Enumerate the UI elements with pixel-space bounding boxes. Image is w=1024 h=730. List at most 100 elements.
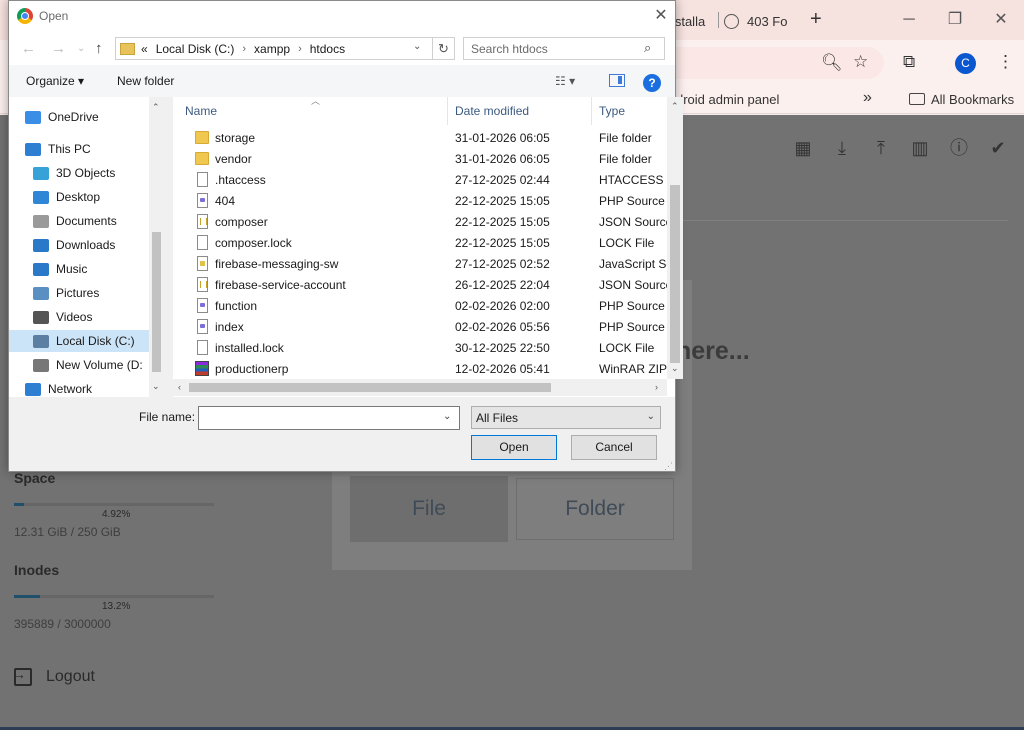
nav-item-desktop[interactable]: Desktop [9, 186, 149, 208]
resize-grip-icon[interactable]: ⋰ [664, 461, 673, 472]
stats-icon[interactable]: ▥ [909, 137, 931, 159]
nav-item-onedrive[interactable]: OneDrive [9, 106, 149, 128]
check-icon[interactable]: ✔ [987, 137, 1009, 159]
browser-tab-403[interactable]: 403 Fo [724, 6, 794, 36]
tab-separator [718, 12, 719, 28]
file-row[interactable]: firebase-service-account 26-12-2025 22:04… [173, 274, 667, 295]
file-row[interactable]: 404 22-12-2025 15:05 PHP Source F [173, 190, 667, 211]
address-bar[interactable] [660, 47, 884, 79]
navigation-pane: OneDrive This PC 3D Objects Desktop Document… [9, 97, 164, 397]
breadcrumb[interactable]: « Local Disk (C:) › xampp › htdocs ⌄ ↻ [115, 37, 455, 60]
file-row[interactable]: function 02-02-2026 02:00 PHP Source F [173, 295, 667, 316]
column-header-name[interactable]: Name [185, 104, 217, 118]
file-row[interactable]: .htaccess 27-12-2025 02:44 HTACCESS Fi [173, 169, 667, 190]
zoom-icon[interactable]: 🔍︎ [821, 53, 843, 73]
logout-button[interactable]: Logout [12, 666, 95, 686]
file-name-input[interactable] [198, 406, 460, 430]
extensions-icon[interactable]: ⧉ [903, 52, 915, 72]
download-icon[interactable]: ⤓ [831, 137, 853, 159]
upload-icon[interactable]: ⤒ [870, 137, 892, 159]
up-arrow-icon[interactable]: ↑ [95, 40, 103, 57]
file-row[interactable]: composer.lock 22-12-2025 15:05 LOCK File [173, 232, 667, 253]
bookmark-item[interactable]: droid admin panel [676, 92, 779, 107]
drive-icon [33, 358, 49, 372]
restore-button[interactable]: ❐ [943, 8, 967, 32]
nav-item-pictures[interactable]: Pictures [9, 282, 149, 304]
nav-item-documents[interactable]: Documents [9, 210, 149, 232]
new-folder-button[interactable]: New folder [117, 74, 174, 88]
back-arrow-icon[interactable]: ← [21, 40, 36, 57]
nav-item-downloads[interactable]: Downloads [9, 234, 149, 256]
breadcrumb-overflow[interactable]: « [141, 42, 148, 56]
menu-kebab-icon[interactable]: ⋮ [997, 52, 1014, 72]
chevron-down-icon[interactable]: ⌄ [413, 41, 421, 52]
search-icon[interactable]: ⌕ [644, 40, 651, 56]
chevron-down-icon[interactable]: ⌄ [443, 411, 451, 422]
nav-item-videos[interactable]: Videos [9, 306, 149, 328]
nav-scroll-thumb[interactable] [152, 232, 161, 372]
breadcrumb-xampp[interactable]: xampp [254, 42, 290, 56]
breadcrumb-local-disk[interactable]: Local Disk (C:) [156, 42, 235, 56]
nav-scrollbar[interactable]: ⌃ ⌄ [149, 97, 164, 397]
column-divider[interactable] [591, 97, 592, 125]
forward-arrow-icon[interactable]: → [51, 40, 66, 57]
recent-locations-icon[interactable]: ⌄ [77, 43, 85, 54]
pictures-icon [33, 286, 49, 300]
file-row[interactable]: productionerp 12-02-2026 05:41 WinRAR ZIP … [173, 358, 667, 379]
all-bookmarks-button[interactable]: All Bookmarks [909, 92, 1014, 107]
vertical-scroll-thumb[interactable] [670, 185, 680, 363]
file-type-select[interactable]: All Files ⌄ [471, 406, 661, 429]
column-header-date[interactable]: Date modified [455, 104, 529, 118]
column-header-type[interactable]: Type [599, 104, 625, 118]
file-name: 404 [215, 194, 236, 208]
cancel-button[interactable]: Cancel [571, 435, 657, 460]
organize-button[interactable]: Organize ▾ [26, 74, 84, 88]
profile-avatar[interactable]: C [955, 53, 976, 74]
file-row[interactable]: vendor 31-01-2026 06:05 File folder [173, 148, 667, 169]
file-type-selected: All Files [476, 411, 519, 425]
scroll-up-icon[interactable]: ⌃ [671, 101, 679, 112]
file-row[interactable]: index 02-02-2026 05:56 PHP Source F [173, 316, 667, 337]
dialog-close-button[interactable]: ✕ [651, 5, 671, 27]
column-divider[interactable] [447, 97, 448, 125]
file-row[interactable]: firebase-messaging-sw 27-12-2025 02:52 Jav… [173, 253, 667, 274]
refresh-icon[interactable]: ↻ [432, 38, 454, 59]
breadcrumb-htdocs[interactable]: htdocs [310, 42, 345, 56]
pc-icon [25, 142, 41, 156]
search-input[interactable] [464, 38, 640, 59]
bookmarks-overflow-button[interactable]: » [863, 89, 872, 107]
json-file-icon [197, 277, 208, 292]
scroll-down-icon[interactable]: ⌄ [671, 363, 679, 374]
upload-folder-button[interactable]: Folder [516, 478, 674, 540]
nav-item-music[interactable]: Music [9, 258, 149, 280]
file-icon [197, 235, 208, 250]
horizontal-scroll-thumb[interactable] [189, 383, 551, 392]
upload-file-button[interactable]: File [350, 476, 508, 542]
view-options-icon[interactable]: ☷ ▾ [555, 74, 575, 88]
dialog-title: Open [39, 9, 69, 23]
bookmark-star-icon[interactable]: ☆ [853, 52, 868, 72]
open-button[interactable]: Open [471, 435, 557, 460]
nav-item-3d-objects[interactable]: 3D Objects [9, 162, 149, 184]
scroll-up-icon[interactable]: ⌃ [152, 102, 160, 113]
file-list-vertical-scrollbar[interactable]: ⌃ ⌄ [667, 97, 683, 379]
preview-pane-icon[interactable] [609, 74, 625, 87]
info-icon[interactable]: ⓘ [948, 137, 970, 159]
folder-icon [909, 93, 925, 105]
minimize-button[interactable]: ─ [897, 8, 921, 32]
file-list-horizontal-scrollbar[interactable]: ‹ › [173, 379, 667, 396]
file-row[interactable]: installed.lock 30-12-2025 22:50 LOCK File [173, 337, 667, 358]
nav-item-network[interactable]: Network [9, 378, 149, 400]
grid-view-icon[interactable]: ▦ [792, 137, 814, 159]
file-row[interactable]: composer 22-12-2025 15:05 JSON Source [173, 211, 667, 232]
scroll-left-icon[interactable]: ‹ [178, 382, 181, 392]
nav-item-this-pc[interactable]: This PC [9, 138, 149, 160]
window-close-button[interactable]: ✕ [989, 8, 1013, 32]
scroll-right-icon[interactable]: › [655, 382, 658, 392]
help-icon[interactable]: ? [643, 74, 661, 92]
scroll-down-icon[interactable]: ⌄ [152, 381, 160, 392]
nav-item-local-disk-c[interactable]: Local Disk (C:) [9, 330, 149, 352]
file-row[interactable]: storage 31-01-2026 06:05 File folder [173, 127, 667, 148]
new-tab-button[interactable]: + [810, 9, 822, 29]
nav-item-new-volume-d[interactable]: New Volume (D: [9, 354, 149, 376]
